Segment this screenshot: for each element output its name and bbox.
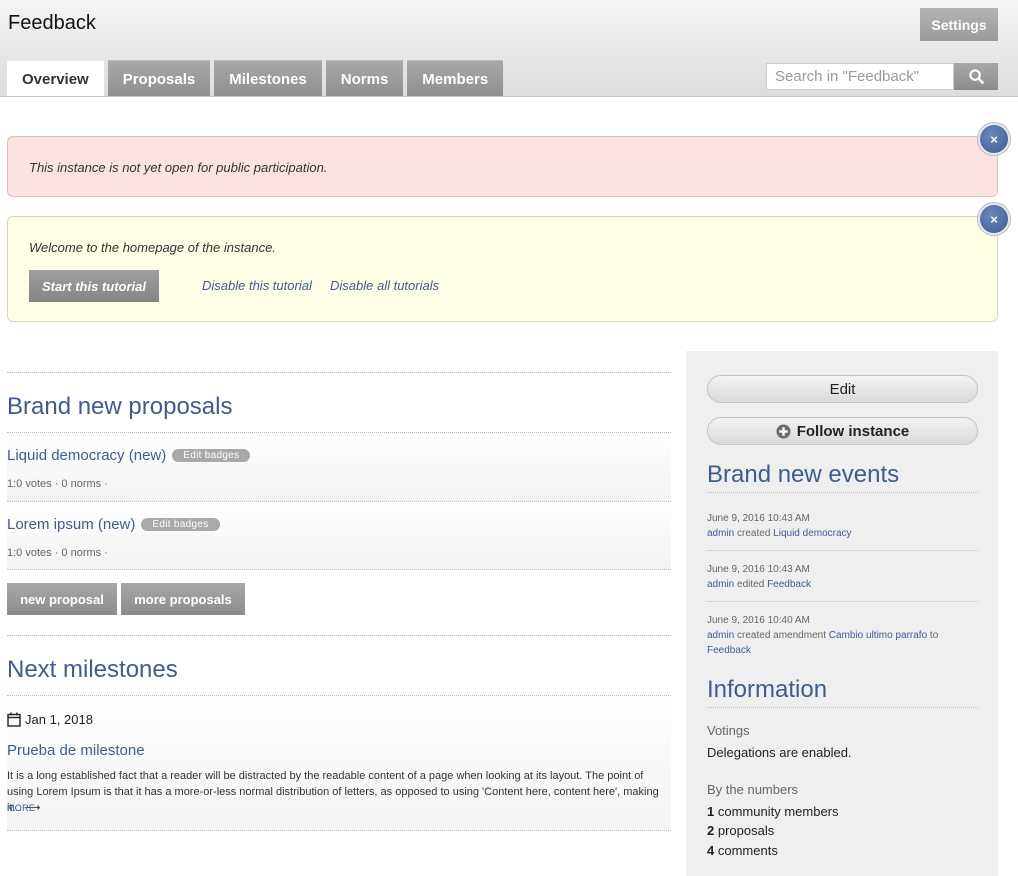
event-date: June 9, 2016 10:43 AM [707, 564, 810, 575]
divider [707, 550, 978, 551]
list-item: Lorem ipsum (new) Edit badges 1:0 votes ·… [7, 502, 671, 570]
follow-instance-label: Follow instance [796, 422, 910, 440]
event-target-link[interactable]: Feedback [707, 645, 751, 656]
event-target-link[interactable]: Feedback [767, 579, 811, 590]
votings-text: Delegations are enabled. [707, 745, 852, 760]
stat-members: 1 community members [707, 804, 839, 819]
search-box [766, 63, 998, 90]
event-item: June 9, 2016 10:43 AM admin created Liqu… [707, 511, 978, 541]
proposal-meta: 1:0 votes · 0 norms · [7, 478, 108, 490]
search-button[interactable] [954, 63, 998, 90]
list-item: Liquid democracy (new) Edit badges 1:0 vo… [7, 433, 671, 501]
divider [7, 372, 671, 373]
settings-button[interactable]: Settings [920, 8, 998, 41]
search-input[interactable] [766, 63, 954, 90]
numbers-label: By the numbers [707, 782, 799, 797]
sidebar: Edit Follow instance Brand new events Ju… [686, 351, 998, 876]
tab-milestones[interactable]: Milestones [214, 60, 322, 97]
event-item: June 9, 2016 10:40 AM admin created amen… [707, 613, 978, 658]
event-connector: to [929, 630, 939, 641]
header: Feedback Settings Overview Proposals Mil… [0, 0, 1018, 97]
divider [7, 830, 671, 831]
divider [7, 695, 671, 696]
user-link[interactable]: admin [707, 528, 734, 539]
milestone-date: Jan 1, 2018 [7, 712, 93, 727]
divider [7, 569, 671, 570]
stat-label: proposals [717, 823, 775, 838]
tutorial-notice: Welcome to the homepage of the instance.… [7, 216, 998, 322]
app-title: Feedback [8, 12, 96, 34]
milestones-heading: Next milestones [7, 656, 178, 683]
event-target-link[interactable]: Cambio ultimo parrafo [829, 630, 927, 641]
events-heading: Brand new events [707, 461, 900, 488]
stat-label: comments [717, 843, 778, 858]
proposal-link[interactable]: Liquid democracy (new) [7, 447, 166, 464]
divider [707, 707, 978, 708]
notice-text: This instance is not yet open for public… [29, 160, 328, 175]
tab-bar: Overview Proposals Milestones Norms Memb… [7, 60, 504, 97]
close-tutorial-button[interactable]: × [978, 203, 1010, 235]
close-icon: × [990, 131, 998, 147]
more-link[interactable]: MORE [7, 803, 35, 813]
start-tutorial-button[interactable]: Start this tutorial [29, 270, 159, 302]
event-action: created amendment [737, 630, 826, 641]
event-target-link[interactable]: Liquid democracy [773, 528, 851, 539]
stat-count: 4 [707, 843, 715, 858]
milestone-description: It is a long established fact that a rea… [7, 770, 659, 814]
event-date: June 9, 2016 10:40 AM [707, 615, 810, 626]
stat-label: community members [717, 804, 839, 819]
tab-overview[interactable]: Overview [7, 60, 104, 97]
close-notice-button[interactable]: × [978, 123, 1010, 155]
information-heading: Information [707, 676, 828, 703]
edit-button[interactable]: Edit [707, 375, 978, 403]
stat-count: 1 [707, 804, 715, 819]
divider [707, 601, 978, 602]
more-proposals-button[interactable]: more proposals [121, 583, 245, 615]
tab-proposals[interactable]: Proposals [107, 60, 211, 97]
edit-button-label: Edit [829, 380, 856, 398]
tab-norms[interactable]: Norms [325, 60, 404, 97]
event-description: admin edited Feedback [707, 577, 978, 592]
close-icon: × [990, 211, 998, 227]
edit-badges-button[interactable]: Edit badges [172, 449, 251, 462]
tab-members[interactable]: Members [407, 60, 504, 97]
proposal-title-line: Lorem ipsum (new) Edit badges [7, 516, 220, 533]
stat-count: 2 [707, 823, 715, 838]
plus-circle-icon [776, 423, 791, 439]
event-action: created [737, 528, 771, 539]
calendar-icon [7, 712, 21, 727]
event-action: edited [737, 579, 765, 590]
user-link[interactable]: admin [707, 579, 734, 590]
stat-comments: 4 comments [707, 843, 778, 858]
event-item: June 9, 2016 10:43 AM admin edited Feedb… [707, 562, 978, 592]
proposal-link[interactable]: Lorem ipsum (new) [7, 516, 135, 533]
disable-all-tutorials-link[interactable]: Disable all tutorials [330, 278, 439, 293]
notice-text: Welcome to the homepage of the instance. [29, 240, 276, 255]
new-proposal-button[interactable]: new proposal [7, 583, 117, 615]
proposal-meta: 1:0 votes · 0 norms · [7, 547, 108, 559]
stat-proposals: 2 proposals [707, 823, 774, 838]
edit-badges-button[interactable]: Edit badges [141, 518, 220, 531]
event-description: admin created amendment Cambio ultimo pa… [707, 628, 978, 658]
proposals-heading: Brand new proposals [7, 393, 233, 420]
milestone-item: Jan 1, 2018 Prueba de milestone It is a … [7, 697, 671, 830]
public-participation-notice: This instance is not yet open for public… [7, 136, 998, 197]
event-description: admin created Liquid democracy [707, 526, 978, 541]
disable-tutorial-link[interactable]: Disable this tutorial [202, 278, 312, 293]
search-icon [968, 69, 984, 84]
event-date: June 9, 2016 10:43 AM [707, 513, 810, 524]
divider [7, 635, 671, 636]
user-link[interactable]: admin [707, 630, 734, 641]
votings-label: Votings [707, 723, 750, 738]
milestone-date-text: Jan 1, 2018 [25, 712, 93, 727]
milestone-link[interactable]: Prueba de milestone [7, 742, 145, 759]
divider [707, 492, 978, 493]
proposal-title-line: Liquid democracy (new) Edit badges [7, 447, 251, 464]
follow-instance-button[interactable]: Follow instance [707, 417, 978, 445]
